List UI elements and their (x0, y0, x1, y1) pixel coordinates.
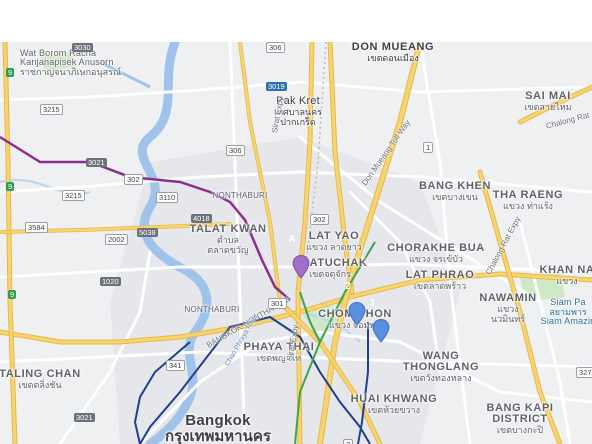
shield-4018: 4018 (191, 214, 212, 223)
shield-2002: 2002 (105, 234, 128, 245)
place-chorakhe-bua: CHORAKHE BUA แขวง จรเข้บัว (387, 242, 485, 264)
shield-306a: 306 (266, 42, 285, 53)
place-taling-chan: TALING CHAN เขตตลิ่งชัน (0, 368, 81, 390)
place-nawamin: NAWAMIN แขวง นวมินทร์ (479, 292, 537, 324)
shield-1020: 1020 (100, 277, 121, 286)
shield-3584: 3584 (25, 222, 48, 233)
place-bangkok: Bangkok กรุงเทพมหานคร (165, 412, 271, 444)
place-wat-borom: Wat Borom Racha Kanjanapisek Anusorn ราช… (20, 48, 122, 77)
shield-3021b: 3021 (74, 413, 95, 422)
place-talat-kwan: TALAT KWAN ตำบล ตลาดขวัญ (189, 223, 267, 255)
shield-3: 3 (343, 439, 354, 444)
top-bar (0, 0, 592, 42)
place-nonthaburi-south: NONTHABURI (184, 305, 240, 314)
place-phaya-thai: PHAYA THAI เขตพญาไท (243, 341, 315, 363)
place-nonthaburi-north: NONTHABURI (212, 191, 268, 200)
shield-3021a: 3021 (86, 158, 107, 167)
place-huai-khwang: HUAI KHWANG เขตห้วยขวาง (350, 393, 438, 415)
place-wang-thonglang: WANG THONGLANG เขตวังทองหลาง (402, 350, 480, 383)
place-khan-na: KHAN NA แขวง (539, 264, 592, 286)
shield-9b: 9 (6, 182, 15, 191)
place-don-mueang: DON MUEANG เขตดอนเมือง (351, 42, 435, 63)
shield-3215b: 3215 (62, 190, 85, 201)
shield-3215a: 3215 (40, 104, 63, 115)
shield-5038: 5038 (137, 228, 158, 237)
place-tha-raeng: THA RAENG แขวง ท่าแร้ง (492, 189, 564, 211)
shield-9c: 9 (8, 290, 17, 299)
shield-3030: 3030 (72, 43, 93, 52)
shield-3110: 3110 (156, 192, 179, 203)
shield-9a: 9 (6, 68, 15, 77)
place-lat-yao: LAT YAO แขวง ลาดยาว (306, 230, 362, 252)
place-sai-mai: SAI MAI เขตสายไหม (524, 90, 572, 112)
marker-label: 3 (369, 298, 375, 309)
shield-3278: 3278 (576, 367, 592, 378)
pin-icon (372, 319, 390, 343)
place-bang-khen: BANG KHEN เขตบางเขน (418, 180, 492, 202)
marker-label: A (288, 234, 296, 245)
map-view[interactable]: DON MUEANG เขตดอนเมือง SAI MAI เขตสายไหม… (0, 42, 592, 444)
marker-label: 2 (345, 281, 351, 292)
pin-icon (292, 255, 310, 279)
shield-302a: 302 (124, 174, 143, 185)
shield-301: 301 (268, 298, 287, 309)
shield-306b: 306 (226, 145, 245, 156)
shield-302b: 302 (310, 214, 329, 225)
place-lat-phrao: LAT PHRAO เขตลาดพร้าว (405, 269, 475, 291)
shield-1: 1 (423, 142, 434, 153)
place-siam-park: Siam Pa สยามพาร Siam Amazin (540, 297, 592, 326)
shield-3019: 3019 (266, 82, 287, 91)
shield-341: 341 (166, 360, 185, 371)
place-bang-kapi: BANG KAPI DISTRICT เขตบางกะปิ (486, 402, 554, 435)
